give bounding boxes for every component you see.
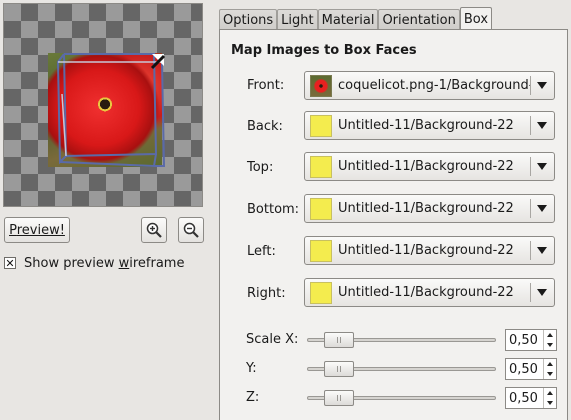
- zoom-in-button[interactable]: [141, 217, 167, 243]
- scale-x-slider-handle[interactable]: [324, 332, 354, 348]
- combo-separator: [530, 241, 531, 260]
- scale-x-stepper[interactable]: [543, 330, 556, 350]
- front-image-select[interactable]: coquelicot.png-1/Background-2: [304, 71, 555, 100]
- scale-y-spinbox[interactable]: 0,50: [505, 358, 557, 380]
- scale-z-stepper[interactable]: [543, 388, 556, 408]
- section-title: Map Images to Box Faces: [231, 43, 417, 58]
- decrement-arrow-icon[interactable]: [547, 401, 553, 405]
- combo-separator: [530, 199, 531, 218]
- yellow-swatch: [310, 197, 332, 220]
- chevron-down-icon: [537, 122, 547, 129]
- top-image-value: Untitled-11/Background-22: [338, 159, 514, 174]
- decrement-arrow-icon[interactable]: [547, 343, 553, 347]
- tab-light[interactable]: Light: [277, 9, 318, 30]
- back-image-value: Untitled-11/Background-22: [338, 118, 514, 133]
- front-image-value: coquelicot.png-1/Background-2: [338, 78, 530, 93]
- chevron-down-icon: [537, 205, 547, 212]
- scale-z-label: Z:: [246, 390, 260, 405]
- scale-z-slider[interactable]: [307, 390, 496, 406]
- scale-z-slider-handle[interactable]: [324, 390, 354, 406]
- scale-z-value[interactable]: 0,50: [506, 391, 543, 406]
- preview-button[interactable]: Preview!: [4, 217, 70, 243]
- combo-separator: [530, 157, 531, 176]
- back-label: Back:: [247, 119, 283, 134]
- chevron-down-icon: [537, 247, 547, 254]
- tab-box[interactable]: Box: [459, 7, 493, 30]
- preview-canvas: [3, 3, 203, 207]
- left-image-value: Untitled-11/Background-22: [338, 243, 514, 258]
- scale-y-slider-handle[interactable]: [324, 361, 354, 377]
- scale-z-spinbox[interactable]: 0,50: [505, 387, 557, 409]
- bottom-label: Bottom:: [247, 202, 300, 217]
- combo-separator: [530, 116, 531, 135]
- preview-wireframe: [56, 53, 166, 168]
- tab-options[interactable]: Options: [219, 9, 278, 30]
- scale-x-slider[interactable]: [307, 332, 496, 348]
- zoom-out-button[interactable]: [178, 217, 204, 243]
- wireframe-checkbox[interactable]: ✕: [4, 257, 16, 269]
- tab-bar: Options Light Material Orientation Box: [219, 7, 493, 30]
- left-image-select[interactable]: Untitled-11/Background-22: [304, 236, 555, 265]
- tab-orientation[interactable]: Orientation: [378, 9, 460, 30]
- preview-button-label: Preview!: [9, 222, 65, 238]
- combo-separator: [530, 283, 531, 302]
- top-image-select[interactable]: Untitled-11/Background-22: [304, 152, 555, 181]
- right-image-select[interactable]: Untitled-11/Background-22: [304, 278, 555, 307]
- scale-y-label: Y:: [246, 361, 257, 376]
- scale-x-value[interactable]: 0,50: [506, 333, 543, 348]
- increment-arrow-icon[interactable]: [547, 333, 553, 337]
- yellow-swatch: [310, 155, 332, 178]
- zoom-in-icon: [146, 222, 162, 238]
- back-image-select[interactable]: Untitled-11/Background-22: [304, 111, 555, 140]
- scale-x-label: Scale X:: [246, 332, 299, 347]
- combo-separator: [530, 76, 531, 95]
- increment-arrow-icon[interactable]: [547, 362, 553, 366]
- scale-y-value[interactable]: 0,50: [506, 362, 543, 377]
- scale-y-stepper[interactable]: [543, 359, 556, 379]
- yellow-swatch: [310, 281, 332, 304]
- increment-arrow-icon[interactable]: [547, 391, 553, 395]
- yellow-swatch: [310, 114, 332, 137]
- right-image-value: Untitled-11/Background-22: [338, 285, 514, 300]
- scale-y-slider[interactable]: [307, 361, 496, 377]
- tab-material[interactable]: Material: [317, 9, 379, 30]
- right-label: Right:: [247, 286, 286, 301]
- chevron-down-icon: [537, 82, 547, 89]
- wireframe-toggle[interactable]: ✕ Show preview wireframe: [4, 254, 184, 272]
- wireframe-label: Show preview wireframe: [24, 255, 185, 271]
- front-label: Front:: [247, 78, 285, 93]
- left-label: Left:: [247, 244, 276, 259]
- bottom-image-select[interactable]: Untitled-11/Background-22: [304, 194, 555, 223]
- top-label: Top:: [247, 160, 274, 175]
- chevron-down-icon: [537, 289, 547, 296]
- scale-x-spinbox[interactable]: 0,50: [505, 329, 557, 351]
- yellow-swatch: [310, 239, 332, 262]
- zoom-out-icon: [183, 222, 199, 238]
- poppy-thumbnail: [310, 74, 332, 97]
- bottom-image-value: Untitled-11/Background-22: [338, 201, 514, 216]
- chevron-down-icon: [537, 163, 547, 170]
- decrement-arrow-icon[interactable]: [547, 372, 553, 376]
